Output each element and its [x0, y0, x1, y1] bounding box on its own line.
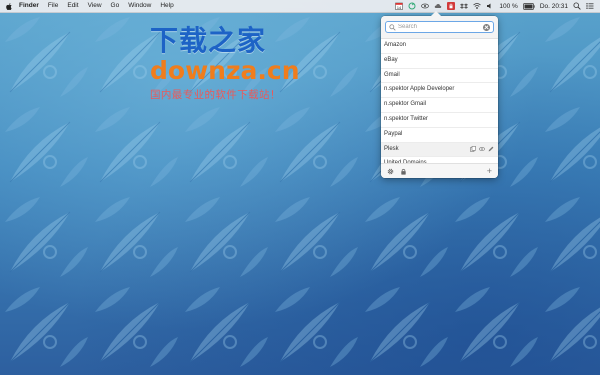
watermark-tagline: 国内最专业的软件下载站！: [150, 89, 281, 101]
settings-gear-icon[interactable]: [386, 167, 394, 175]
entry-list: Amazon eBay Gmail n.spektor Apple Develo…: [381, 39, 498, 173]
menu-edit[interactable]: Edit: [67, 0, 78, 12]
list-item-nspektor-gmail[interactable]: n.spektor Gmail: [381, 98, 498, 113]
menu-app-finder[interactable]: Finder: [19, 0, 39, 12]
list-item-plesk[interactable]: Plesk: [381, 142, 498, 158]
list-item-amazon[interactable]: Amazon: [381, 39, 498, 54]
copy-icon[interactable]: [470, 146, 476, 153]
list-item-nspektor-twitter[interactable]: n.spektor Twitter: [381, 113, 498, 128]
battery-percentage[interactable]: 100 %: [499, 3, 517, 10]
list-item-paypal[interactable]: Paypal: [381, 128, 498, 143]
apple-icon[interactable]: [6, 2, 12, 10]
wifi-icon[interactable]: [473, 2, 482, 10]
entry-label: Amazon: [384, 42, 407, 48]
clock[interactable]: Do. 20:31: [540, 3, 568, 10]
edit-pencil-icon[interactable]: [488, 146, 494, 152]
watermark-title: 下载之家: [150, 24, 267, 57]
lock-icon[interactable]: [399, 167, 407, 175]
entry-label: n.spektor Twitter: [384, 115, 428, 122]
list-item-ebay[interactable]: eBay: [381, 54, 498, 69]
eye-icon[interactable]: [421, 2, 430, 10]
entry-label: eBay: [384, 56, 398, 63]
spotlight-search-icon[interactable]: [573, 2, 581, 10]
row-actions: [467, 146, 498, 153]
menu-bar: Finder File Edit View Go Window Help 14: [0, 0, 600, 13]
entry-label: n.spektor Gmail: [384, 101, 427, 108]
dropbox-icon[interactable]: [460, 2, 469, 10]
entry-label: Gmail: [384, 71, 400, 78]
entry-label: Plesk: [384, 145, 399, 152]
calendar-day-label: 14: [397, 6, 401, 10]
popover-footer: +: [381, 163, 498, 178]
battery-icon[interactable]: [522, 2, 535, 10]
clear-search-icon[interactable]: [483, 23, 490, 31]
menu-window[interactable]: Window: [128, 0, 151, 12]
list-item-gmail[interactable]: Gmail: [381, 69, 498, 84]
entry-label: n.spektor Apple Developer: [384, 86, 455, 93]
calendar-icon[interactable]: 14: [395, 2, 404, 10]
cloud-icon[interactable]: [434, 2, 442, 10]
password-manager-icon[interactable]: [447, 2, 456, 10]
password-popover: Amazon eBay Gmail n.spektor Apple Develo…: [381, 11, 498, 178]
reveal-eye-icon[interactable]: [479, 146, 485, 152]
menu-file[interactable]: File: [48, 0, 58, 12]
popover-arrow: [431, 11, 441, 16]
list-item-apple-developer[interactable]: n.spektor Apple Developer: [381, 83, 498, 99]
watermark-domain: downza.cn: [150, 56, 300, 85]
sync-icon[interactable]: [408, 2, 416, 10]
search-bar: [381, 16, 498, 39]
notification-center-icon[interactable]: [586, 2, 594, 10]
search-icon: [389, 23, 396, 31]
watermark: 下载之家 downza.cn 国内最专业的软件下载站！: [150, 25, 310, 102]
volume-icon[interactable]: [486, 2, 494, 10]
menu-help[interactable]: Help: [160, 0, 173, 12]
search-input[interactable]: [398, 24, 478, 30]
menu-go[interactable]: Go: [111, 0, 120, 12]
add-entry-button[interactable]: +: [487, 167, 492, 176]
menu-view[interactable]: View: [88, 0, 102, 12]
entry-label: Paypal: [384, 130, 403, 137]
search-box[interactable]: [385, 21, 494, 33]
